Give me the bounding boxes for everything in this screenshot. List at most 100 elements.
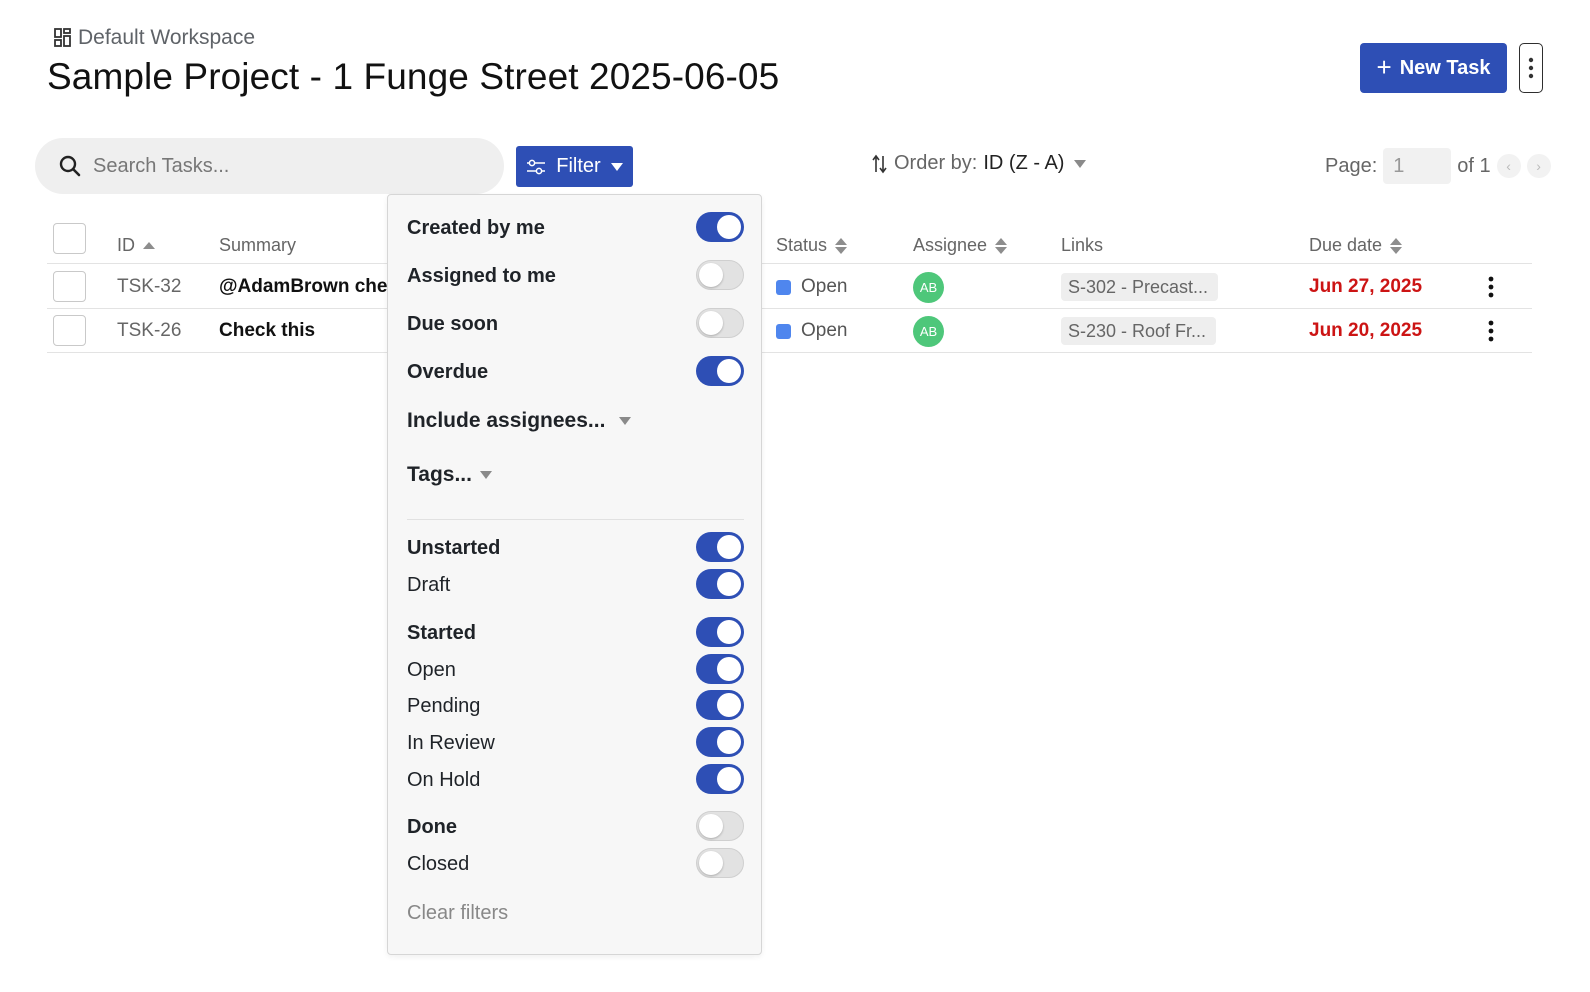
filter-pending-label: Pending [407,695,481,717]
filter-in-review-label: In Review [407,732,495,754]
table-row[interactable]: TSK-32 @AdamBrown chec Open AB S-302 - P… [47,265,1532,309]
order-by-control[interactable]: Order by: ID (Z - A) [872,152,1087,175]
page-title: Sample Project - 1 Funge Street 2025-06-… [47,56,780,97]
table-row[interactable]: TSK-26 Check this Open AB S-230 - Roof F… [47,309,1532,353]
toggle-due-soon[interactable] [696,308,744,338]
task-status: Open [776,320,847,342]
sort-icon [995,237,1008,254]
row-menu-button[interactable] [1488,320,1494,347]
task-summary[interactable]: @AdamBrown chec [219,276,398,298]
toggle-unstarted[interactable] [696,532,744,562]
link-chip[interactable]: S-302 - Precast... [1061,273,1219,301]
column-label: Due date [1309,235,1383,255]
column-label: ID [117,235,135,255]
column-header-summary[interactable]: Summary [219,235,296,256]
column-label: Status [776,235,828,255]
filter-started-label: Started [407,622,476,644]
filter-closed-label: Closed [407,853,470,875]
avatar[interactable]: AB [913,316,944,347]
column-header-due-date[interactable]: Due date [1309,235,1403,256]
chevron-right-icon: › [1536,158,1541,174]
filter-open-label: Open [407,659,456,681]
row-checkbox[interactable] [53,271,86,302]
column-header-links: Links [1061,235,1103,256]
column-label: Links [1061,235,1104,255]
toggle-on-hold[interactable] [696,764,744,794]
status-dot-icon [776,279,791,295]
row-menu-button[interactable] [1488,276,1494,303]
filter-overdue-label: Overdue [407,361,489,383]
toggle-done[interactable] [696,811,744,841]
toggle-draft[interactable] [696,569,744,599]
column-label: Summary [219,235,297,255]
include-assignees-label: Include assignees... [407,409,606,432]
column-label: Assignee [913,235,988,255]
due-date: Jun 27, 2025 [1309,276,1423,297]
status-label: Open [801,320,848,341]
search-icon [59,155,81,177]
status-label: Open [801,276,848,297]
column-header-status[interactable]: Status [776,235,848,256]
kebab-icon [1488,276,1494,298]
tags-label: Tags... [407,463,472,486]
filter-button[interactable]: Filter [516,146,633,187]
search-bar [35,138,504,194]
toggle-open[interactable] [696,654,744,684]
sort-icon [1390,237,1403,254]
tags-select[interactable]: Tags... [407,463,492,487]
filter-unstarted-label: Unstarted [407,537,501,559]
page-total: of 1 [1457,154,1491,177]
filter-draft-label: Draft [407,574,451,596]
filter-done-label: Done [407,816,457,838]
kebab-icon [1488,320,1494,342]
order-prefix: Order by: [894,152,978,174]
page-number-input[interactable] [1383,148,1452,184]
toggle-overdue[interactable] [696,356,744,386]
filter-created-by-me-label: Created by me [407,217,545,239]
workspace-name: Default Workspace [78,26,256,49]
link-chip[interactable]: S-230 - Roof Fr... [1061,317,1217,345]
task-id[interactable]: TSK-32 [117,276,181,298]
breadcrumb-workspace[interactable]: Default Workspace [54,26,255,50]
next-page-button[interactable]: › [1526,154,1551,178]
new-task-button[interactable]: + New Task [1360,43,1507,93]
filter-due-soon-label: Due soon [407,313,499,335]
page-label: Page: [1325,154,1378,177]
plus-icon: + [1376,51,1392,82]
filter-assigned-to-me-label: Assigned to me [407,265,556,287]
column-header-id[interactable]: ID [117,235,155,256]
filter-label: Filter [556,155,601,177]
toggle-closed[interactable] [696,848,744,878]
search-input[interactable] [93,154,473,178]
prev-page-button[interactable]: ‹ [1496,154,1521,178]
due-date: Jun 20, 2025 [1309,320,1423,341]
pagination: Page: of 1 ‹ › [1325,148,1551,184]
toggle-started[interactable] [696,617,744,647]
table-header: ID Summary Status Assignee Links Due dat… [47,222,1532,264]
toggle-assigned-to-me[interactable] [696,260,744,290]
column-header-assignee[interactable]: Assignee [913,235,1008,256]
avatar[interactable]: AB [913,272,944,303]
sort-asc-icon [143,242,155,249]
more-options-button[interactable] [1519,43,1543,93]
filter-on-hold-label: On Hold [407,769,481,791]
toggle-pending[interactable] [696,690,744,720]
sort-icon [835,237,848,254]
toggle-created-by-me[interactable] [696,212,744,242]
select-all-checkbox[interactable] [53,223,86,254]
new-task-label: New Task [1399,56,1491,79]
row-checkbox[interactable] [53,315,86,346]
task-status: Open [776,276,847,298]
task-summary[interactable]: Check this [219,320,315,342]
include-assignees-select[interactable]: Include assignees... [407,409,632,433]
task-id[interactable]: TSK-26 [117,320,181,342]
order-value: ID (Z - A) [983,152,1065,174]
clear-filters-link[interactable]: Clear filters [407,902,508,925]
chevron-left-icon: ‹ [1506,158,1511,174]
sliders-icon [527,159,546,174]
chevron-down-icon [610,162,623,171]
kebab-icon [1528,57,1534,79]
workspace-icon [54,28,72,48]
divider [407,519,744,520]
toggle-in-review[interactable] [696,727,744,757]
